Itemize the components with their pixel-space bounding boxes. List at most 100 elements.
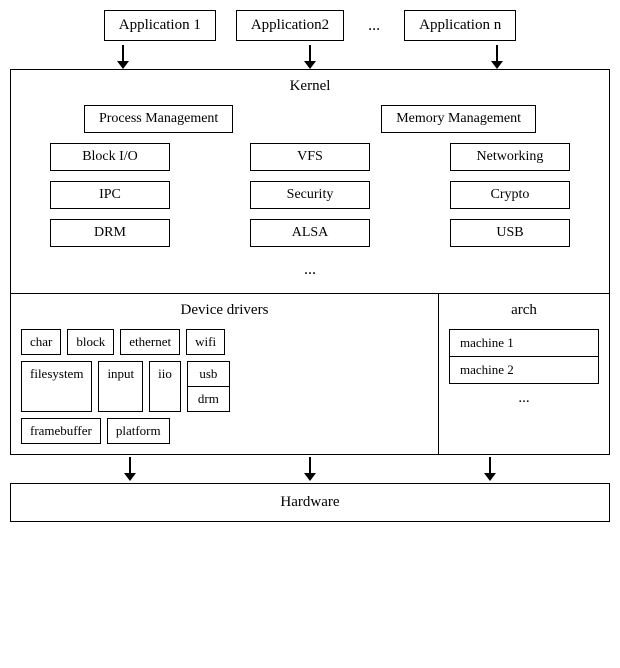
arrow-head <box>117 61 129 69</box>
kernel-row-3: IPC Security Crypto <box>25 181 595 209</box>
security-label: Security <box>287 187 334 202</box>
crypto-box: Crypto <box>450 181 570 209</box>
arrow-head <box>304 473 316 481</box>
arch-section: arch machine 1 machine 2 ... <box>439 294 609 454</box>
iio-label: iio <box>158 366 172 381</box>
input-label: input <box>107 366 134 381</box>
drm-box: DRM <box>50 219 170 247</box>
bottom-section: Device drivers char block ethernet <box>11 294 609 454</box>
arrow-line <box>122 45 124 61</box>
appn-box: Application n <box>404 10 516 41</box>
memory-management-label: Memory Management <box>396 111 521 126</box>
char-item: char <box>21 329 61 355</box>
arrow-line <box>489 457 491 473</box>
process-management-label: Process Management <box>99 111 218 126</box>
usb-box: USB <box>450 219 570 247</box>
kernel-section: Kernel Process Management Memory Managem… <box>11 70 609 294</box>
input-item: input <box>98 361 143 412</box>
networking-box: Networking <box>450 143 570 171</box>
arrow-bottom-2 <box>304 457 316 481</box>
app1-label: Application 1 <box>119 17 201 33</box>
app2-label: Application2 <box>251 17 329 33</box>
arrow-head <box>484 473 496 481</box>
arch-machines-box: machine 1 machine 2 <box>449 329 599 384</box>
kernel-row-2: Block I/O VFS Networking <box>25 143 595 171</box>
arrow-line <box>496 45 498 61</box>
apps-ellipsis: ... <box>364 17 384 35</box>
filesystem-item: filesystem <box>21 361 92 412</box>
framebuffer-item: framebuffer <box>21 418 101 444</box>
arrow-line <box>309 457 311 473</box>
usb-label: USB <box>496 225 523 240</box>
device-drivers-section: Device drivers char block ethernet <box>11 294 439 454</box>
usb-stacked-label: usb <box>199 366 217 381</box>
kernel-row-1: Process Management Memory Management <box>25 105 595 133</box>
arrow-bottom-3 <box>484 457 496 481</box>
machine2-item: machine 2 <box>450 357 598 383</box>
block-label: block <box>76 334 105 349</box>
device-drivers-label: Device drivers <box>21 302 428 319</box>
app1-box: Application 1 <box>104 10 216 41</box>
char-label: char <box>30 334 52 349</box>
app2-box: Application2 <box>236 10 344 41</box>
framebuffer-label: framebuffer <box>30 423 92 438</box>
wifi-item: wifi <box>186 329 225 355</box>
block-io-box: Block I/O <box>50 143 170 171</box>
usb-stacked-item: usb <box>188 362 229 387</box>
machine1-item: machine 1 <box>450 330 598 357</box>
top-arrows-row <box>40 45 580 69</box>
kernel-dots: ... <box>25 257 595 283</box>
appn-label: Application n <box>419 17 501 33</box>
filesystem-label: filesystem <box>30 366 83 381</box>
vfs-box: VFS <box>250 143 370 171</box>
iio-item: iio <box>149 361 181 412</box>
process-management-box: Process Management <box>84 105 233 133</box>
hardware-label: Hardware <box>280 494 339 510</box>
memory-management-box: Memory Management <box>381 105 536 133</box>
vfs-label: VFS <box>297 149 323 164</box>
ipc-box: IPC <box>50 181 170 209</box>
arrow-line <box>129 457 131 473</box>
crypto-label: Crypto <box>491 187 530 202</box>
platform-label: platform <box>116 423 161 438</box>
ipc-label: IPC <box>99 187 121 202</box>
arrow-appn <box>491 45 503 69</box>
stacked-usb-drm: usb drm <box>187 361 230 412</box>
drivers-row-2: filesystem input iio usb <box>21 361 428 412</box>
ethernet-label: ethernet <box>129 334 171 349</box>
arch-label: arch <box>449 302 599 319</box>
block-io-label: Block I/O <box>82 149 138 164</box>
drivers-row-3: framebuffer platform <box>21 418 428 444</box>
outer-box: Kernel Process Management Memory Managem… <box>10 69 610 455</box>
platform-item: platform <box>107 418 170 444</box>
wifi-label: wifi <box>195 334 216 349</box>
drivers-row-1: char block ethernet wifi <box>21 329 428 355</box>
alsa-box: ALSA <box>250 219 370 247</box>
arrow-bottom-1 <box>124 457 136 481</box>
networking-label: Networking <box>477 149 544 164</box>
ethernet-item: ethernet <box>120 329 180 355</box>
arrow-app1 <box>117 45 129 69</box>
kernel-row-4: DRM ALSA USB <box>25 219 595 247</box>
hardware-box: Hardware <box>10 483 610 522</box>
top-apps-row: Application 1 Application2 ... Applicati… <box>10 10 610 41</box>
machine2-label: machine 2 <box>460 362 514 377</box>
drm-stacked-item: drm <box>188 387 229 411</box>
block-item: block <box>67 329 114 355</box>
alsa-label: ALSA <box>292 225 329 240</box>
kernel-grid: Process Management Memory Management Blo… <box>25 105 595 283</box>
arch-dots: ... <box>449 390 599 407</box>
arrow-head <box>491 61 503 69</box>
kernel-label: Kernel <box>25 78 595 95</box>
arrow-head <box>304 61 316 69</box>
arrow-line <box>309 45 311 61</box>
drm-label: DRM <box>94 225 126 240</box>
machine1-label: machine 1 <box>460 335 514 350</box>
bottom-arrows-row <box>40 455 580 483</box>
arrow-head <box>124 473 136 481</box>
drm-stacked-label: drm <box>198 391 219 406</box>
arrow-app2 <box>304 45 316 69</box>
diagram: Application 1 Application2 ... Applicati… <box>10 10 610 522</box>
security-box: Security <box>250 181 370 209</box>
drivers-grid: char block ethernet wifi <box>21 329 428 444</box>
